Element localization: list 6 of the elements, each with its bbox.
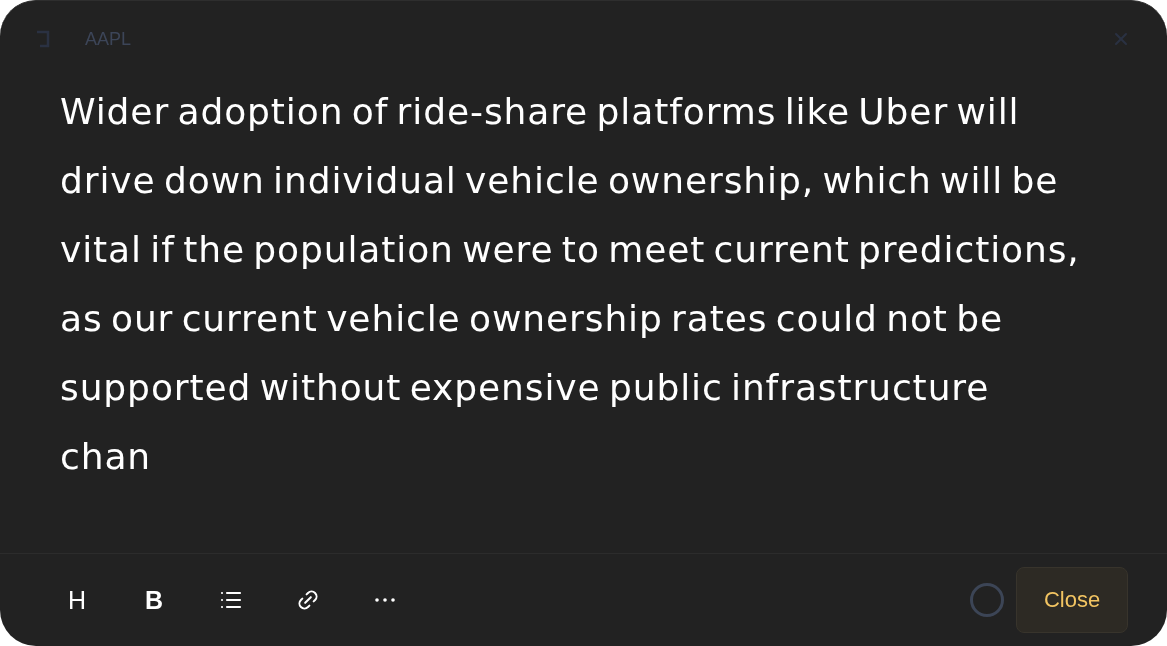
heading-button[interactable]: H [57,580,97,620]
close-button[interactable]: Close [1016,567,1128,633]
ellipsis-icon [375,598,395,602]
bold-button[interactable]: B [134,580,174,620]
ring-icon [970,583,1004,617]
editor-field[interactable]: Wider adoption of ride-share platforms like Uber will drive down individual vehicle ownership, which will be vital if the population were to meet current predictions, as our current vehicle ownership rates could not be supported without expensive public infrastructure chan [60,77,1082,491]
